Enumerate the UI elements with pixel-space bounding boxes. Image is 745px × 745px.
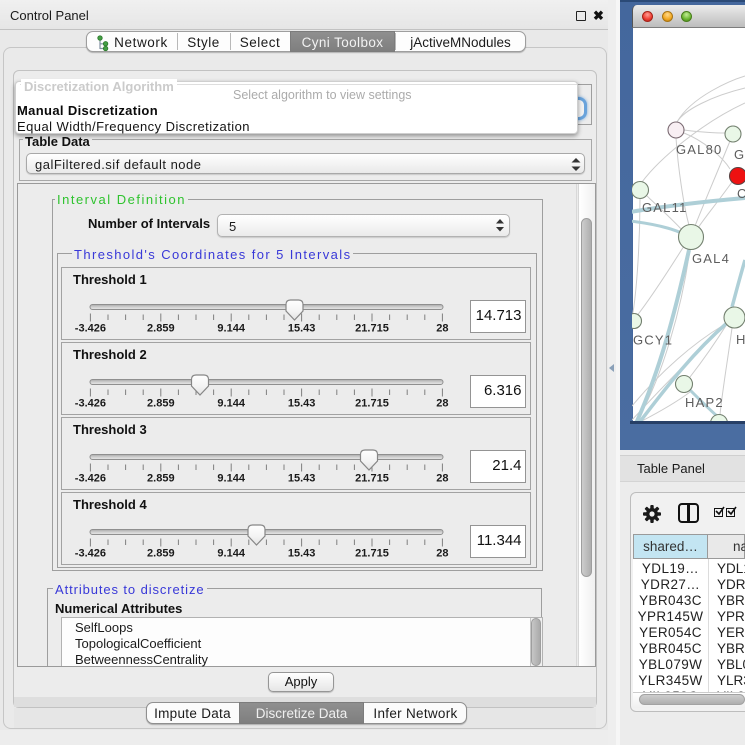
svg-text:-3.426: -3.426 xyxy=(75,323,106,335)
svg-text:HAP2: HAP2 xyxy=(685,395,724,410)
svg-text:15.43: 15.43 xyxy=(288,473,316,485)
svg-text:-3.426: -3.426 xyxy=(75,473,106,485)
svg-text:15.43: 15.43 xyxy=(288,323,316,335)
svg-text:28: 28 xyxy=(436,323,448,335)
svg-text:28: 28 xyxy=(436,548,448,560)
svg-text:28: 28 xyxy=(436,398,448,410)
svg-text:GCY1: GCY1 xyxy=(633,333,673,348)
svg-text:9.144: 9.144 xyxy=(217,548,245,560)
svg-text:28: 28 xyxy=(436,473,448,485)
svg-text:21.715: 21.715 xyxy=(355,473,389,485)
svg-text:15.43: 15.43 xyxy=(288,548,316,560)
svg-text:2.859: 2.859 xyxy=(147,398,175,410)
svg-text:GA: GA xyxy=(734,147,745,162)
svg-text:9.144: 9.144 xyxy=(217,473,245,485)
svg-text:GAL4: GAL4 xyxy=(692,251,730,266)
svg-text:9.144: 9.144 xyxy=(217,398,245,410)
svg-text:21.715: 21.715 xyxy=(355,398,389,410)
svg-text:21.715: 21.715 xyxy=(355,548,389,560)
svg-text:9.144: 9.144 xyxy=(217,323,245,335)
svg-text:2.859: 2.859 xyxy=(147,323,175,335)
svg-text:C: C xyxy=(737,186,745,201)
svg-text:15.43: 15.43 xyxy=(288,398,316,410)
svg-text:2.859: 2.859 xyxy=(147,548,175,560)
svg-text:-3.426: -3.426 xyxy=(75,398,106,410)
svg-text:GAL80: GAL80 xyxy=(676,142,722,157)
svg-text:2.859: 2.859 xyxy=(147,473,175,485)
svg-text:H: H xyxy=(736,332,745,347)
svg-text:-3.426: -3.426 xyxy=(75,548,106,560)
svg-text:21.715: 21.715 xyxy=(355,323,389,335)
svg-text:GAL11: GAL11 xyxy=(642,200,688,215)
